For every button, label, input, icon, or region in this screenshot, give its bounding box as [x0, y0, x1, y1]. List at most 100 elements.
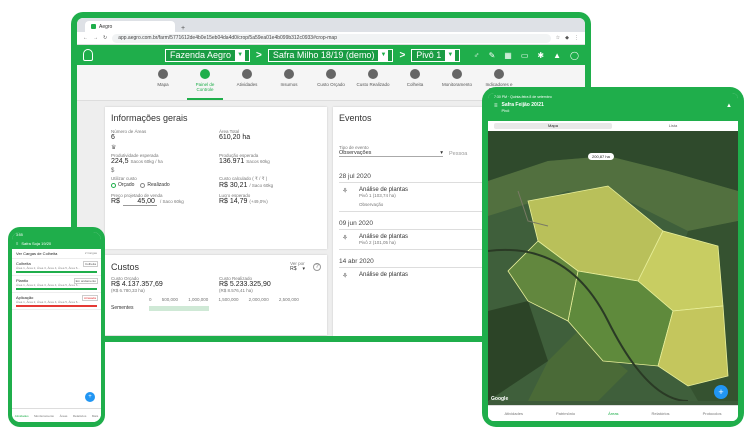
expected-production: 136.971	[219, 158, 245, 165]
trophy-icon: ♛	[111, 145, 117, 151]
tractor-icon[interactable]: ♂	[474, 51, 480, 60]
dashboard-icon	[200, 69, 210, 79]
progress-bar	[16, 288, 97, 290]
tablet-device: 7:30 PM · Quinta-feira 8 de setembro ≡ S…	[482, 87, 744, 427]
wrench-icon[interactable]: ✎	[489, 51, 496, 60]
nav-painel[interactable]: Painel de Controle	[187, 65, 223, 100]
google-logo: Google	[491, 396, 509, 402]
crop-selector[interactable]: Safra Milho 18/19 (demo) ▼	[267, 48, 394, 62]
seg-map[interactable]: Mapa	[494, 123, 612, 129]
crop-name: Safra Milho 18/19 (demo)	[272, 50, 375, 60]
menu-dots-icon[interactable]: ⋮	[574, 35, 579, 41]
event-date: 28 jul 2020	[339, 173, 487, 183]
user-icon[interactable]: ◯	[570, 51, 579, 60]
event-item[interactable]: ⚘ Análise de plantas Pivô 2 (101,05 ha)	[339, 234, 487, 250]
cost-bar	[149, 305, 209, 311]
star-icon[interactable]: ☆	[556, 35, 560, 41]
browser-tab-title: Aegro	[99, 23, 113, 30]
phone-screen: 3:55 ≡ Safra Soja 19/20 Ver Cargas de Co…	[12, 232, 101, 422]
bell-icon[interactable]: ▲	[553, 51, 561, 60]
marketing-composite: Aegro + ← → ↻ app.aegro.com.br/farm/5771…	[0, 0, 750, 437]
browser-tab[interactable]: Aegro	[85, 21, 175, 32]
nav-custo-realizado[interactable]: Custo Realizado	[355, 65, 391, 100]
activity-card[interactable]: Atrasada Aplicação Área 1, Área 2, Área …	[12, 293, 101, 310]
tab-patrimonio[interactable]: Patrimônio	[556, 411, 575, 416]
add-button[interactable]: +	[85, 392, 95, 402]
phone-bottom-tabs: Atividades Monitoramento Áreas Relatório…	[12, 408, 101, 422]
plot-selector[interactable]: Pivô 1 ▼	[411, 48, 461, 62]
budget-cost: R$ 4.137.357,69	[111, 281, 163, 288]
sale-price-input[interactable]: 45,00	[122, 198, 157, 206]
new-tab-icon[interactable]: +	[181, 25, 185, 32]
tab-areas[interactable]: Áreas	[608, 411, 618, 416]
tab-areas[interactable]: Áreas	[60, 414, 68, 418]
phone-header: ≡ Safra Soja 19/20	[12, 238, 101, 249]
satellite-map[interactable]: 200,87 ha Google	[488, 131, 738, 405]
extensions-icon[interactable]: ◆	[565, 35, 569, 41]
bell-icon[interactable]: ▲	[726, 103, 732, 109]
event-type-select[interactable]: Tipo de evento Observações ▾	[339, 145, 443, 157]
app-topbar: Fazenda Aegro ▼ > Safra Milho 18/19 (dem…	[77, 45, 585, 65]
tab-atividades[interactable]: Atividades	[15, 414, 29, 418]
nav-custo-orcado[interactable]: Custo Orçado	[313, 65, 349, 100]
farm-selector[interactable]: Fazenda Aegro ▼	[165, 48, 251, 62]
view-by-select[interactable]: Ver por R$ ▾	[290, 261, 305, 272]
list-icon	[242, 69, 252, 79]
tab-atividades[interactable]: Atividades	[505, 411, 523, 416]
event-item[interactable]: ⚘ Análise de plantas	[339, 272, 487, 280]
address-bar[interactable]: app.aegro.com.br/farm/5771612de4b0e15eb0…	[112, 33, 551, 43]
hamburger-icon[interactable]: ≡	[16, 241, 18, 246]
hamburger-icon[interactable]: ≡	[494, 103, 498, 109]
building-icon[interactable]: ▦	[504, 51, 512, 60]
tablet-plot: Pivô	[501, 108, 510, 113]
nav-monitoramento[interactable]: Monitoramento	[439, 65, 475, 100]
event-item[interactable]: ⚘ Análise de plantas Pivô 1 (103,74 ha) …	[339, 187, 487, 212]
tab-protocolos[interactable]: Protocolos	[703, 411, 722, 416]
tab-relatorios[interactable]: Relatórios	[73, 414, 87, 418]
tab-mais[interactable]: Mais	[92, 414, 98, 418]
activity-card[interactable]: Em andamento Plantio Área 1, Área 2, Áre…	[12, 276, 101, 293]
chevron-down-icon: ▼	[235, 49, 246, 61]
total-area: 610,20 ha	[219, 134, 251, 141]
pin-icon	[452, 69, 462, 79]
nav-mapa[interactable]: Mapa	[145, 65, 181, 100]
events-title: Eventos	[339, 113, 372, 123]
cost-axis: 0 500,000 1,000,000 1,500,000 2,000,000 …	[149, 297, 299, 302]
tablet-bottom-tabs: Atividades Patrimônio Áreas Relatórios P…	[488, 405, 738, 421]
help-icon[interactable]: ?	[313, 262, 321, 271]
tab-monitoramento[interactable]: Monitoramento	[34, 414, 54, 418]
budgeted-radio[interactable]: Orçado	[111, 182, 134, 188]
area-label[interactable]: 200,87 ha	[588, 153, 614, 160]
back-icon[interactable]: ←	[83, 35, 88, 41]
aegro-logo-icon	[83, 49, 93, 61]
farm-name: Fazenda Aegro	[170, 50, 232, 60]
add-button[interactable]: +	[714, 385, 728, 399]
activity-card[interactable]: Colheita Colheita Área 1, Área 2, Área 3…	[12, 259, 101, 276]
chart-icon	[494, 69, 504, 79]
realized-cost: R$ 5.233.325,90	[219, 281, 271, 288]
tab-relatorios[interactable]: Relatórios	[652, 411, 670, 416]
chevron-right-icon: >	[399, 49, 406, 61]
nav-insumos[interactable]: Insumos	[271, 65, 307, 100]
plots-count: 6	[111, 134, 115, 141]
tablet-header: 7:30 PM · Quinta-feira 8 de setembro ≡ S…	[488, 93, 738, 121]
settings-icon[interactable]: ✱	[537, 51, 544, 60]
chat-icon[interactable]: ▭	[521, 51, 529, 60]
phone-device: 3:55 ≡ Safra Soja 19/20 Ver Cargas de Co…	[8, 227, 105, 427]
nav-atividades[interactable]: Atividades	[229, 65, 265, 100]
person-filter-input[interactable]: Pessoa	[449, 151, 467, 157]
general-info-title: Informações gerais	[111, 113, 188, 123]
globe-icon	[158, 69, 168, 79]
phone-crop[interactable]: Safra Soja 19/20	[21, 241, 51, 246]
harvest-filter[interactable]: Ver Cargas de Colheita 2 Cargas	[12, 249, 101, 259]
nav-colheita[interactable]: Colheita	[397, 65, 433, 100]
reload-icon[interactable]: ↻	[103, 35, 107, 41]
realized-radio[interactable]: Realizado	[140, 182, 170, 188]
costs-panel: Custos Ver por R$ ▾ ? Custo Orçado R$ 4.…	[105, 255, 327, 335]
seg-list[interactable]: Lista	[614, 123, 732, 129]
view-toggle: Mapa Lista	[488, 121, 738, 131]
expected-productivity: 224,5	[111, 158, 129, 165]
tablet-screen: 7:30 PM · Quinta-feira 8 de setembro ≡ S…	[488, 93, 738, 421]
forward-icon[interactable]: →	[93, 35, 98, 41]
progress-bar	[16, 271, 97, 273]
